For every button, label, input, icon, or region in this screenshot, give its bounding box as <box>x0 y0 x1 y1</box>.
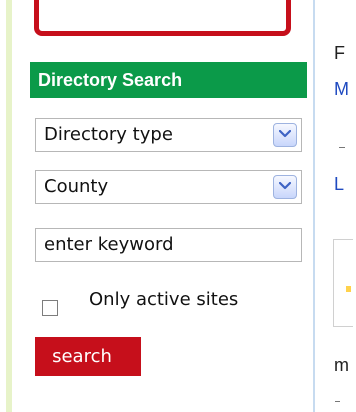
directory-type-value: Directory type <box>44 124 173 145</box>
directory-search-header: Directory Search <box>30 62 307 98</box>
chevron-down-icon <box>279 130 291 138</box>
county-select[interactable]: County <box>35 170 302 204</box>
active-sites-label: Only active sites <box>89 289 239 310</box>
top-red-frame <box>34 0 291 36</box>
content-fragment-tail <box>335 401 340 402</box>
search-button[interactable]: search <box>35 337 141 376</box>
sidebar-divider <box>313 0 315 412</box>
content-fragment-top: F <box>334 43 345 63</box>
chevron-down-icon <box>279 182 291 190</box>
directory-type-dropdown-button[interactable] <box>273 123 297 147</box>
keyword-value: enter keyword <box>44 234 174 255</box>
content-fragment-bottom: m <box>334 355 349 375</box>
county-value: County <box>44 176 109 197</box>
active-sites-checkbox[interactable] <box>42 300 58 316</box>
county-dropdown-button[interactable] <box>273 175 297 199</box>
directory-type-select[interactable]: Directory type <box>35 118 302 152</box>
content-card-marker <box>346 286 351 292</box>
content-separator <box>339 147 345 148</box>
content-link-middle[interactable]: L <box>334 175 344 193</box>
sidebar-left-border <box>6 0 12 412</box>
content-link-top[interactable]: M <box>334 80 349 98</box>
page: Directory Search Directory type County e… <box>0 0 356 412</box>
content-card-edge <box>333 239 353 327</box>
keyword-input[interactable]: enter keyword <box>35 228 302 262</box>
